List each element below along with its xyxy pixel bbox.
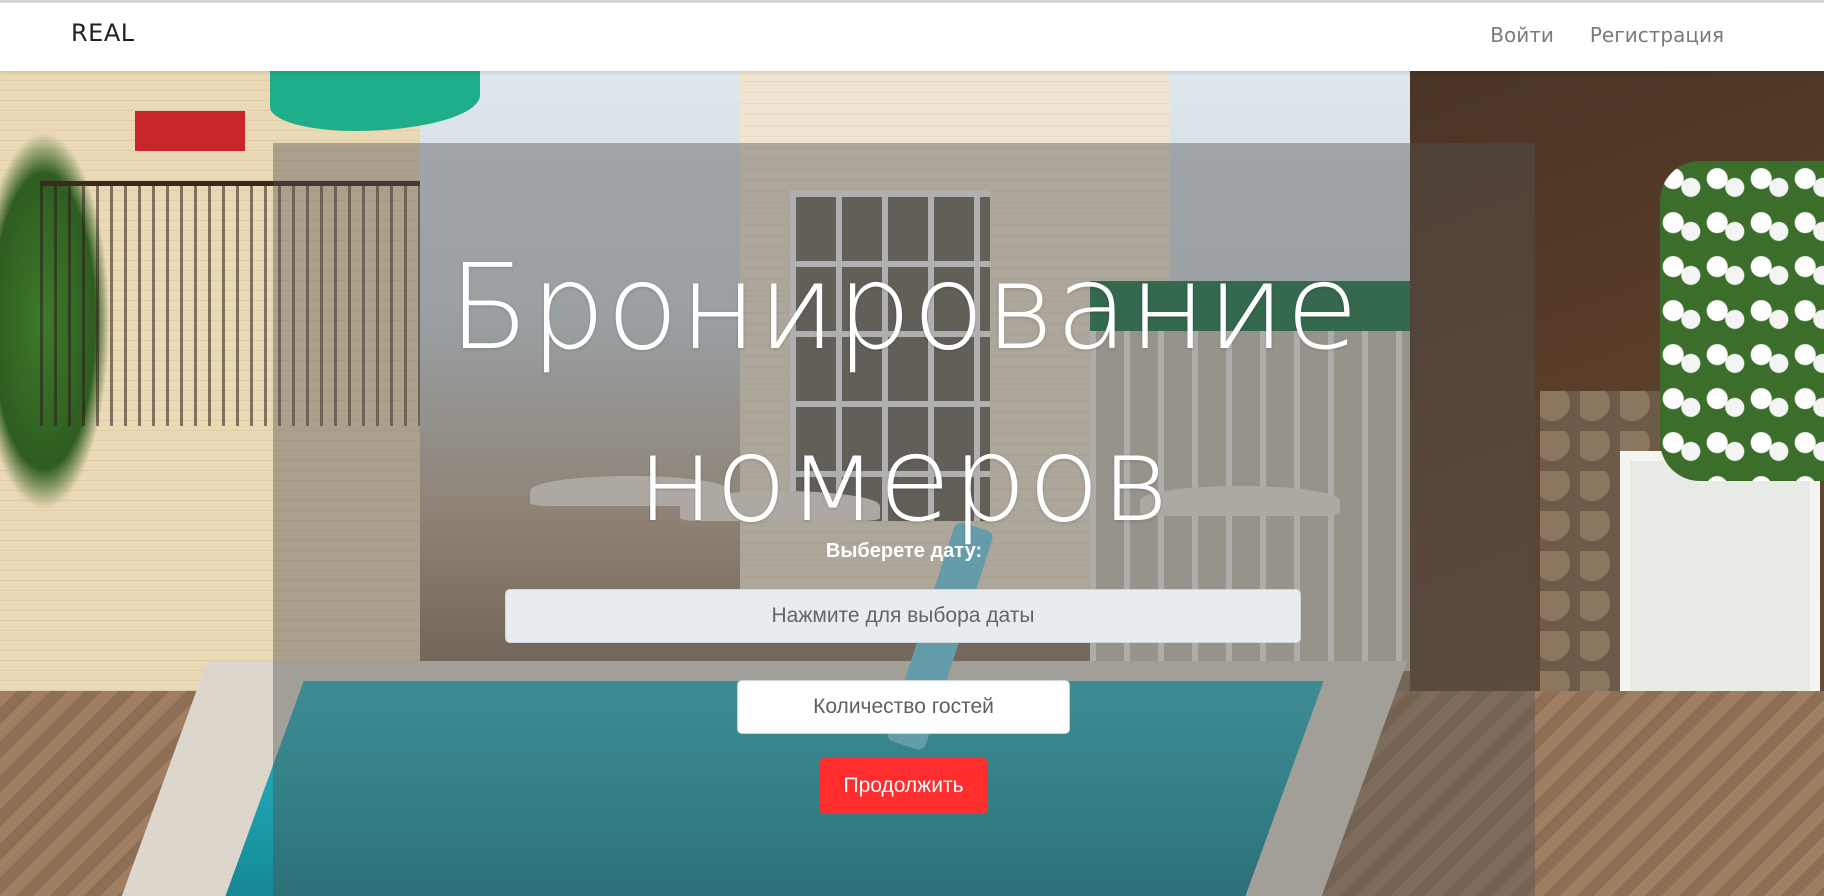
login-link[interactable]: Войти bbox=[1490, 23, 1554, 47]
page-title: Бронирование номеров bbox=[448, 238, 1360, 548]
nav-links: Войти Регистрация bbox=[1490, 23, 1724, 47]
continue-button[interactable]: Продолжить bbox=[819, 758, 988, 814]
hero-section: Бронирование номеров Выберете дату: Коли… bbox=[0, 71, 1824, 896]
brand-logo[interactable]: REAL bbox=[71, 19, 135, 47]
register-link[interactable]: Регистрация bbox=[1590, 23, 1724, 47]
date-picker-input[interactable] bbox=[505, 589, 1301, 643]
flowers-right bbox=[1660, 161, 1824, 481]
top-navbar: REAL Войти Регистрация bbox=[0, 0, 1824, 71]
green-umbrella bbox=[270, 71, 480, 131]
date-label: Выберете дату: bbox=[825, 540, 983, 562]
guests-count-button[interactable]: Количество гостей bbox=[737, 680, 1070, 734]
red-awning bbox=[135, 111, 245, 151]
